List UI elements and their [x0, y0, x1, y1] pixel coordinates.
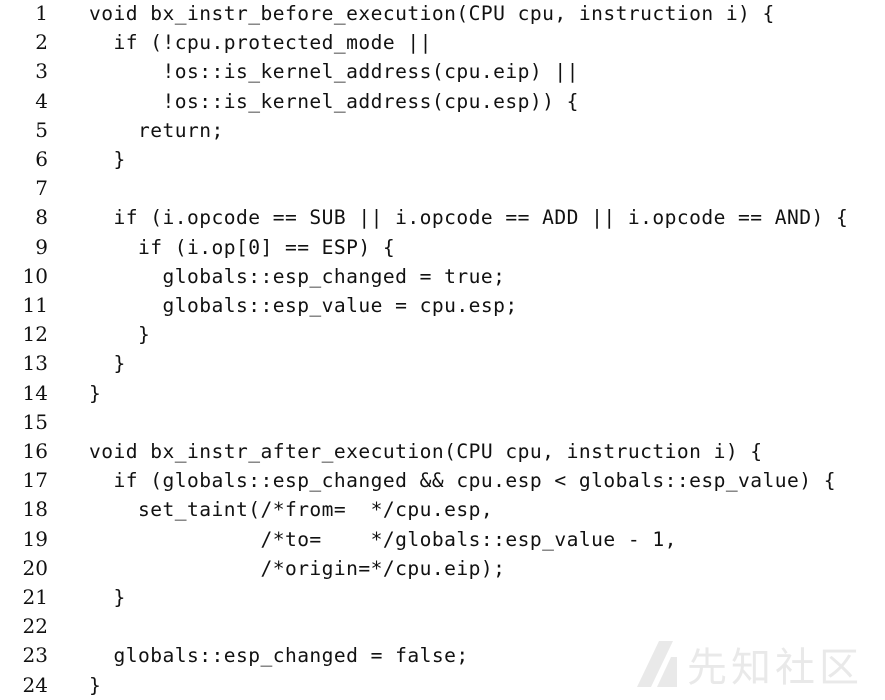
code-line: 8 if (i.opcode == SUB || i.opcode == ADD… [0, 203, 885, 232]
line-number: 1 [35, 1, 48, 25]
line-number: 11 [22, 293, 48, 317]
code-line: 12 } [0, 320, 885, 349]
line-number: 14 [22, 380, 48, 405]
line-number: 24 [22, 672, 48, 697]
code-line: 11 globals::esp_value = cpu.esp; [0, 291, 885, 320]
line-code: } [89, 148, 126, 171]
line-number: 7 [35, 176, 48, 201]
code-line: 23 globals::esp_changed = false; [0, 641, 885, 670]
line-number: 19 [22, 526, 48, 551]
line-number: 23 [22, 643, 48, 668]
line-number: 2 [35, 30, 48, 55]
code-line: 17 if (globals::esp_changed && cpu.esp <… [0, 466, 885, 495]
code-line: 10 globals::esp_changed = true; [0, 262, 885, 291]
line-number: 12 [22, 322, 48, 347]
code-line: 16 void bx_instr_after_execution(CPU cpu,… [0, 437, 885, 466]
code-line: 13 } [0, 349, 885, 378]
line-number: 21 [22, 585, 48, 609]
line-code: } [89, 323, 151, 347]
line-number: 15 [22, 409, 48, 434]
line-code: } [89, 586, 126, 609]
line-code: globals::esp_value = cpu.esp; [89, 294, 518, 317]
code-listing: 1 void bx_instr_before_execution(CPU cpu,… [0, 0, 885, 699]
line-code: globals::esp_changed = false; [89, 644, 469, 668]
line-number: 22 [22, 614, 48, 639]
line-code: if (!cpu.protected_mode || [89, 31, 432, 55]
code-line: 2 if (!cpu.protected_mode || [0, 28, 885, 57]
line-code: } [89, 352, 126, 376]
code-line: 21 } [0, 583, 885, 612]
line-number: 9 [35, 234, 48, 259]
line-code: if (globals::esp_changed && cpu.esp < gl… [89, 469, 837, 493]
line-code: if (i.opcode == SUB || i.opcode == ADD |… [89, 206, 849, 230]
line-number: 20 [22, 555, 48, 580]
line-code: /*to= */globals::esp_value - 1, [89, 527, 677, 551]
code-line: 18 set_taint(/*from= */cpu.esp, [0, 495, 885, 524]
code-line: 1 void bx_instr_before_execution(CPU cpu,… [0, 0, 885, 28]
line-number: 4 [35, 88, 48, 113]
code-line: 14} [0, 379, 885, 408]
code-line: 19 /*to= */globals::esp_value - 1, [0, 525, 885, 554]
line-number: 18 [22, 497, 48, 522]
code-line: 3 !os::is_kernel_address(cpu.eip) || [0, 57, 885, 86]
line-number: 3 [35, 59, 48, 84]
line-number: 6 [35, 147, 48, 171]
line-code: } [89, 673, 102, 697]
line-code: void bx_instr_after_execution(CPU cpu, i… [89, 440, 763, 463]
line-number: 5 [35, 117, 48, 142]
line-number: 10 [22, 263, 48, 288]
line-code: /*origin=*/cpu.eip); [89, 556, 506, 580]
code-line: 20 /*origin=*/cpu.eip); [0, 554, 885, 583]
code-line: 7 [0, 174, 885, 203]
code-line: 24} [0, 671, 885, 700]
line-number: 16 [22, 439, 48, 463]
line-code: } [89, 381, 102, 405]
code-line: 22 [0, 612, 885, 641]
line-code: !os::is_kernel_address(cpu.eip) || [89, 60, 579, 84]
code-line: 15 [0, 408, 885, 437]
line-code: !os::is_kernel_address(cpu.esp)) { [89, 89, 579, 113]
code-line: 6 } [0, 145, 885, 174]
line-code: void bx_instr_before_execution(CPU cpu, … [89, 2, 775, 25]
line-number: 8 [35, 205, 48, 230]
line-code: if (i.op[0] == ESP) { [89, 235, 396, 259]
code-line: 9 if (i.op[0] == ESP) { [0, 233, 885, 262]
code-line: 5 return; [0, 116, 885, 145]
line-code: set_taint(/*from= */cpu.esp, [89, 498, 494, 522]
line-number: 13 [22, 351, 48, 376]
line-number: 17 [22, 468, 48, 493]
line-code: return; [89, 118, 224, 142]
code-line: 4 !os::is_kernel_address(cpu.esp)) { [0, 87, 885, 116]
line-code: globals::esp_changed = true; [89, 264, 506, 288]
